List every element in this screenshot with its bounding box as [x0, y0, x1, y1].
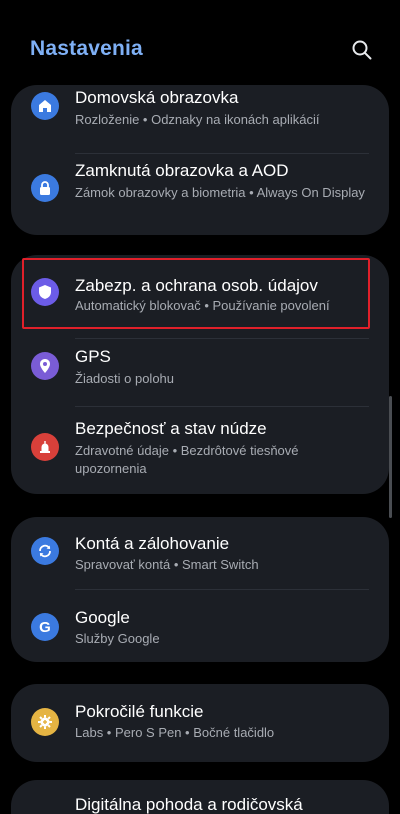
scrollbar[interactable]: [389, 396, 392, 518]
item-subtitle: Služby Google: [75, 631, 160, 646]
home-icon: [31, 92, 59, 120]
settings-group-3: Kontá a zálohovanie Spravovať kontá • Sm…: [11, 517, 389, 662]
settings-group-4: Pokročilé funkcie Labs • Pero S Pen • Bo…: [11, 684, 389, 762]
item-title: Zamknutá obrazovka a AOD: [75, 161, 289, 180]
item-subtitle: Spravovať kontá • Smart Switch: [75, 557, 259, 572]
settings-item-advanced-features[interactable]: Pokročilé funkcie Labs • Pero S Pen • Bo…: [11, 684, 389, 762]
settings-item-google[interactable]: G Google Služby Google: [11, 590, 389, 662]
app-header: Nastavenia: [0, 0, 400, 84]
google-icon: G: [31, 613, 59, 641]
settings-group-5: Digitálna pohoda a rodičovská: [11, 780, 389, 814]
settings-item-accounts-backup[interactable]: Kontá a zálohovanie Spravovať kontá • Sm…: [11, 517, 389, 589]
search-button[interactable]: [348, 36, 376, 64]
settings-list[interactable]: Domovská obrazovka Rozloženie • Odznaky …: [0, 0, 400, 814]
item-title: Pokročilé funkcie: [75, 702, 204, 721]
page-title: Nastavenia: [30, 37, 143, 60]
settings-group-1: Domovská obrazovka Rozloženie • Odznaky …: [11, 85, 389, 235]
sync-icon: [31, 537, 59, 565]
selection-highlight: [22, 258, 370, 329]
settings-item-safety-emergency[interactable]: Bezpečnosť a stav núdze Zdravotné údaje …: [11, 407, 389, 494]
item-title: GPS: [75, 347, 111, 366]
item-title: Bezpečnosť a stav núdze: [75, 419, 267, 438]
item-subtitle: Zámok obrazovky a biometria • Always On …: [75, 185, 365, 200]
settings-item-lock-screen[interactable]: Zamknutá obrazovka a AOD Zámok obrazovky…: [11, 154, 389, 235]
item-subtitle: Žiadosti o polohu: [75, 371, 175, 386]
settings-item-gps[interactable]: GPS Žiadosti o polohu: [11, 339, 389, 399]
google-glyph: G: [39, 618, 51, 636]
lock-icon: [31, 174, 59, 202]
item-subtitle: Rozloženie • Odznaky na ikonách aplikáci…: [75, 112, 320, 127]
item-title: Digitálna pohoda a rodičovská: [75, 795, 303, 814]
item-title: Domovská obrazovka: [75, 88, 239, 107]
item-title: Google: [75, 608, 130, 627]
search-icon: [352, 40, 372, 60]
item-title: Kontá a zálohovanie: [75, 534, 230, 553]
item-subtitle: Zdravotné údaje • Bezdrôtové tiesňové up…: [75, 443, 299, 476]
emergency-light-icon: [31, 433, 59, 461]
item-subtitle: Labs • Pero S Pen • Bočné tlačidlo: [75, 725, 275, 740]
settings-item-home-screen[interactable]: Domovská obrazovka Rozloženie • Odznaky …: [11, 85, 389, 153]
gear-plus-icon: [31, 708, 59, 736]
location-pin-icon: [31, 352, 59, 380]
settings-item-digital-wellbeing[interactable]: Digitálna pohoda a rodičovská: [11, 780, 389, 814]
